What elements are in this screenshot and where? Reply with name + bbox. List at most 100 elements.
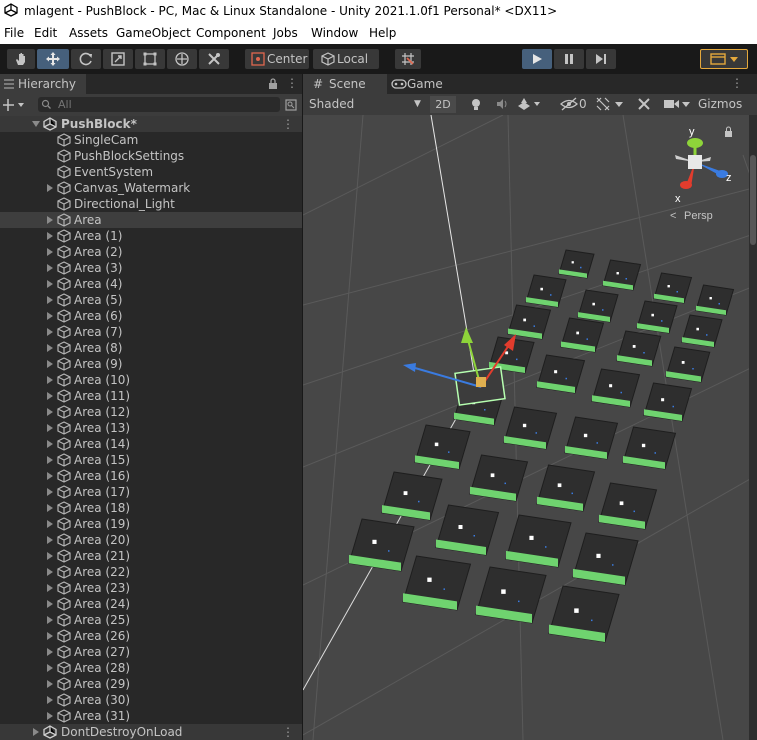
projection-label[interactable]: Persp xyxy=(684,210,713,222)
expand-arrow-icon[interactable] xyxy=(32,121,40,127)
expand-arrow-icon[interactable] xyxy=(47,696,53,704)
expand-arrow-icon[interactable] xyxy=(33,728,39,736)
hierarchy-item[interactable]: SingleCam xyxy=(0,132,302,148)
draw-mode-dropdown[interactable]: Shaded ▼ xyxy=(309,96,425,113)
hierarchy-item-area[interactable]: Area (23) xyxy=(0,580,302,596)
expand-arrow-icon[interactable] xyxy=(47,296,53,304)
more-options-icon[interactable]: ⋮ xyxy=(282,117,294,131)
audio-icon[interactable] xyxy=(495,97,509,111)
expand-arrow-icon[interactable] xyxy=(47,184,53,192)
hierarchy-item-area[interactable]: Area (18) xyxy=(0,500,302,516)
menu-assets[interactable]: Assets xyxy=(69,22,108,44)
effects-icon[interactable] xyxy=(517,97,543,111)
hierarchy-item-area[interactable]: Area (25) xyxy=(0,612,302,628)
move-tool-button[interactable] xyxy=(37,49,69,69)
expand-arrow-icon[interactable] xyxy=(47,632,53,640)
hierarchy-tab[interactable]: Hierarchy xyxy=(0,74,86,94)
expand-arrow-icon[interactable] xyxy=(47,344,53,352)
camera-icon[interactable] xyxy=(663,97,691,111)
expand-arrow-icon[interactable] xyxy=(47,216,53,224)
hierarchy-item-area[interactable]: Area (2) xyxy=(0,244,302,260)
area-tile[interactable] xyxy=(558,249,595,279)
hierarchy-item[interactable]: EventSystem xyxy=(0,164,302,180)
hierarchy-search-field[interactable] xyxy=(38,97,280,112)
more-options-icon[interactable]: ⋮ xyxy=(282,725,294,739)
lighting-icon[interactable] xyxy=(469,97,483,111)
hierarchy-item-area[interactable]: Area (1) xyxy=(0,228,302,244)
hierarchy-item-area[interactable]: Area (28) xyxy=(0,660,302,676)
hierarchy-item-area[interactable]: Area (20) xyxy=(0,532,302,548)
search-options-icon[interactable] xyxy=(285,99,297,111)
lock-icon[interactable] xyxy=(268,78,278,90)
hierarchy-item-area[interactable]: Area (14) xyxy=(0,436,302,452)
hierarchy-item-area[interactable]: Area (21) xyxy=(0,548,302,564)
menu-window[interactable]: Window xyxy=(311,22,358,44)
hierarchy-item[interactable]: Canvas_Watermark xyxy=(0,180,302,196)
menu-jobs[interactable]: Jobs xyxy=(273,22,298,44)
scene-view-render[interactable]: y x z < Persp xyxy=(303,114,757,740)
transform-tool-button[interactable] xyxy=(167,49,197,69)
expand-arrow-icon[interactable] xyxy=(47,680,53,688)
scale-tool-button[interactable] xyxy=(103,49,133,69)
expand-arrow-icon[interactable] xyxy=(47,264,53,272)
menu-component[interactable]: Component xyxy=(196,22,266,44)
menu-gameobject[interactable]: GameObject xyxy=(116,22,191,44)
expand-arrow-icon[interactable] xyxy=(47,472,53,480)
expand-arrow-icon[interactable] xyxy=(47,584,53,592)
hierarchy-item-area[interactable]: Area (31) xyxy=(0,708,302,724)
hierarchy-item-area[interactable]: Area xyxy=(0,212,302,228)
gizmos-button[interactable]: Gizmos xyxy=(698,96,742,113)
pivot-rotation-button[interactable]: Local xyxy=(313,49,379,69)
expand-arrow-icon[interactable] xyxy=(47,648,53,656)
hierarchy-item-area[interactable]: Area (12) xyxy=(0,404,302,420)
hierarchy-item-area[interactable]: Area (29) xyxy=(0,676,302,692)
scrollbar-thumb[interactable] xyxy=(750,155,756,245)
hierarchy-item-area[interactable]: Area (7) xyxy=(0,324,302,340)
hierarchy-item-area[interactable]: Area (24) xyxy=(0,596,302,612)
expand-arrow-icon[interactable] xyxy=(47,568,53,576)
expand-arrow-icon[interactable] xyxy=(47,408,53,416)
expand-arrow-icon[interactable] xyxy=(47,488,53,496)
hierarchy-item-area[interactable]: Area (6) xyxy=(0,308,302,324)
menu-help[interactable]: Help xyxy=(369,22,396,44)
hierarchy-item-area[interactable]: Area (13) xyxy=(0,420,302,436)
expand-arrow-icon[interactable] xyxy=(47,392,53,400)
hierarchy-item-area[interactable]: Area (16) xyxy=(0,468,302,484)
menu-file[interactable]: File xyxy=(4,22,24,44)
expand-arrow-icon[interactable] xyxy=(47,360,53,368)
expand-arrow-icon[interactable] xyxy=(47,600,53,608)
hierarchy-item-area[interactable]: Area (5) xyxy=(0,292,302,308)
game-tab[interactable]: Game xyxy=(387,74,457,94)
menu-edit[interactable]: Edit xyxy=(34,22,57,44)
rect-tool-button[interactable] xyxy=(135,49,165,69)
hierarchy-item-area[interactable]: Area (15) xyxy=(0,452,302,468)
rotate-tool-button[interactable] xyxy=(71,49,101,69)
hierarchy-item-area[interactable]: Area (4) xyxy=(0,276,302,292)
hierarchy-item[interactable]: Directional_Light xyxy=(0,196,302,212)
expand-arrow-icon[interactable] xyxy=(47,504,53,512)
expand-arrow-icon[interactable] xyxy=(47,520,53,528)
expand-arrow-icon[interactable] xyxy=(47,552,53,560)
play-button[interactable] xyxy=(522,49,552,69)
scene-visibility-icon[interactable] xyxy=(560,97,578,111)
hierarchy-item-area[interactable]: Area (22) xyxy=(0,564,302,580)
pivot-mode-button[interactable]: Center xyxy=(245,49,309,69)
layout-dropdown[interactable] xyxy=(700,49,748,69)
grid-snap-button[interactable] xyxy=(395,49,421,69)
expand-arrow-icon[interactable] xyxy=(47,424,53,432)
dontdestroy-row[interactable]: DontDestroyOnLoad ⋮ xyxy=(0,724,302,740)
expand-arrow-icon[interactable] xyxy=(47,536,53,544)
tools-icon[interactable] xyxy=(637,97,653,111)
scene-scrollbar[interactable] xyxy=(749,115,757,740)
scene-tab[interactable]: # Scene xyxy=(303,74,387,94)
expand-arrow-icon[interactable] xyxy=(47,328,53,336)
custom-tool-button[interactable] xyxy=(199,49,229,69)
hierarchy-item-area[interactable]: Area (11) xyxy=(0,388,302,404)
hierarchy-item-area[interactable]: Area (17) xyxy=(0,484,302,500)
expand-arrow-icon[interactable] xyxy=(47,232,53,240)
hierarchy-item-area[interactable]: Area (10) xyxy=(0,372,302,388)
step-button[interactable] xyxy=(586,49,616,69)
expand-arrow-icon[interactable] xyxy=(47,440,53,448)
pause-button[interactable] xyxy=(554,49,584,69)
hierarchy-item-area[interactable]: Area (19) xyxy=(0,516,302,532)
